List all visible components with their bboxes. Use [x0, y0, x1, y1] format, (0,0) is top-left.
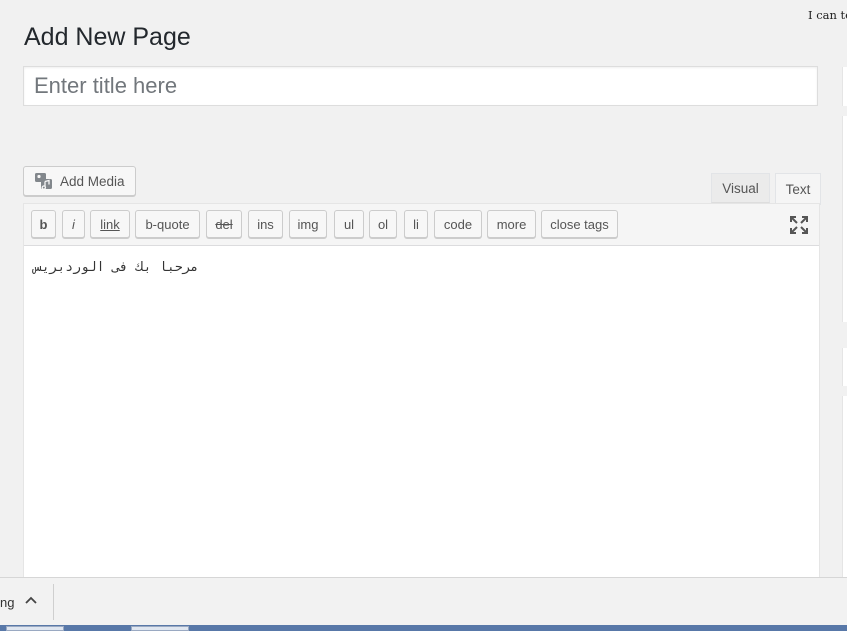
- divider: [53, 584, 54, 620]
- ol-button[interactable]: ol: [369, 210, 397, 238]
- editor-text: مرحبا بك فى الوردبريس: [34, 260, 199, 275]
- sidebar-edge: [842, 396, 847, 577]
- taskbar: [0, 625, 847, 631]
- quicktags-toolbar: b i link b-quote del ins img ul ol li co…: [24, 204, 819, 246]
- bquote-button[interactable]: b-quote: [135, 210, 200, 238]
- sidebar-edge: [842, 67, 847, 106]
- del-button[interactable]: del: [206, 210, 242, 238]
- add-media-button[interactable]: Add Media: [23, 166, 136, 196]
- ul-button[interactable]: ul: [334, 210, 364, 238]
- title-input[interactable]: [23, 66, 818, 106]
- tab-text[interactable]: Text: [775, 173, 821, 205]
- chevron-up-icon[interactable]: [22, 592, 40, 610]
- tab-visual[interactable]: Visual: [711, 173, 770, 203]
- italic-button[interactable]: i: [62, 210, 85, 238]
- download-item-name[interactable]: ng: [0, 595, 14, 610]
- text-editor: b i link b-quote del ins img ul ol li co…: [23, 203, 820, 583]
- li-button[interactable]: li: [404, 210, 428, 238]
- fullscreen-icon[interactable]: [789, 215, 809, 235]
- more-button[interactable]: more: [487, 210, 536, 238]
- ins-button[interactable]: ins: [248, 210, 283, 238]
- taskbar-item[interactable]: [131, 626, 189, 631]
- img-button[interactable]: img: [289, 210, 327, 238]
- top-note-text: I can te: [808, 8, 847, 22]
- download-bar: ng: [0, 577, 847, 626]
- sidebar-edge: [842, 348, 847, 386]
- editor-textarea[interactable]: مرحبا بك فى الوردبريس: [24, 246, 819, 289]
- code-button[interactable]: code: [434, 210, 482, 238]
- bold-button[interactable]: b: [31, 210, 56, 238]
- page-title: Add New Page: [24, 23, 191, 51]
- add-media-label: Add Media: [60, 173, 125, 189]
- close-tags-button[interactable]: close tags: [541, 210, 618, 238]
- media-icon: [35, 173, 52, 190]
- taskbar-item[interactable]: [6, 626, 64, 631]
- link-button[interactable]: link: [90, 210, 130, 238]
- sidebar-edge: [842, 116, 847, 322]
